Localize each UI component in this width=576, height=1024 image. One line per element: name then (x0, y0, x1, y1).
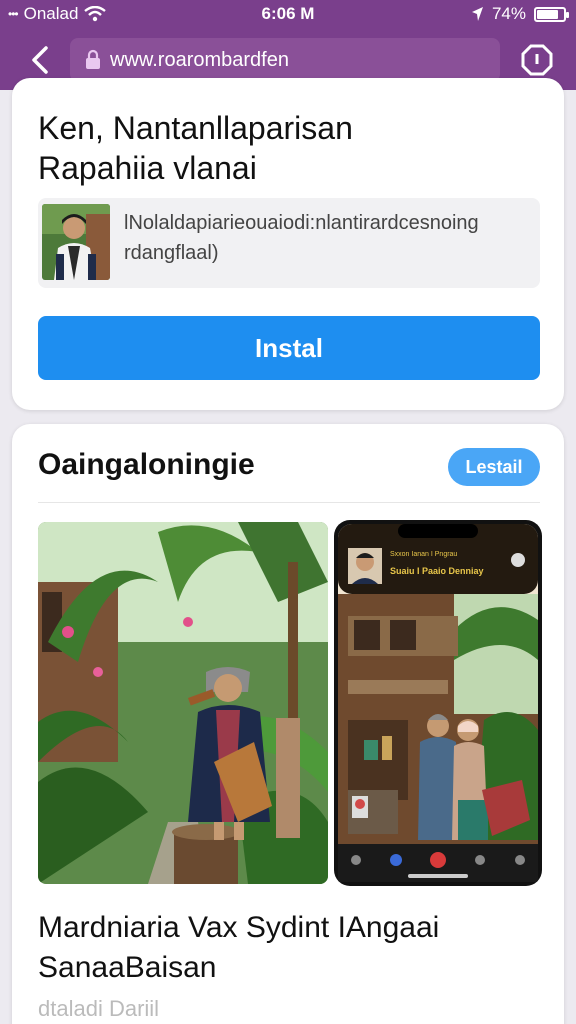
battery-icon (534, 6, 569, 22)
lock-icon (86, 49, 100, 69)
battery-fill (537, 9, 558, 19)
divider (38, 502, 540, 503)
preview-heading: Mardniaria Vax Sydint IAngaai SanaaBaisa… (38, 908, 548, 988)
back-button[interactable] (20, 38, 64, 82)
address-bar[interactable]: www.roarombardfen (70, 38, 500, 82)
app-description-line-2: rdangflaal) (124, 242, 219, 264)
status-right: 74% (470, 4, 569, 24)
app-title: Ken, Nantanllaparisan Rapahiia vlanai (38, 108, 538, 188)
app-description-line-1: lNolaldapiarieouaiodi:nlantirardcesnoing (124, 212, 479, 234)
app-description: lNolaldapiarieouaiodi:nlantirardcesnoing… (124, 208, 524, 268)
browser-menu-button[interactable] (516, 39, 558, 81)
preview-title: Oaingaloningie (38, 448, 255, 481)
preview-heading-line-2: SanaaBaisan (38, 951, 217, 984)
preview-heading-line-1: Mardniaria Vax Sydint IAngaai (38, 911, 440, 944)
chevron-left-icon (32, 46, 48, 74)
install-pill-button[interactable]: Lestail (448, 448, 540, 486)
location-arrow-icon (471, 7, 483, 21)
install-button[interactable]: Instal (38, 316, 540, 380)
url-text: www.roarombardfen (110, 48, 289, 71)
app-title-line-1: Ken, Nantanllaparisan (38, 110, 353, 146)
status-bar: ••• Onalad 6:06 M 74% (0, 0, 576, 30)
garden-photo[interactable] (38, 522, 328, 884)
phone-banner-line-1: Sxxon Ianan I Pngrau (390, 551, 457, 558)
app-info-box: lNolaldapiarieouaiodi:nlantirardcesnoing… (38, 198, 540, 288)
phone-banner-line-2: Suaiu I Paaio Denniay (390, 566, 484, 576)
app-icon-thumbnail (42, 204, 110, 280)
phone-screenshot[interactable]: Sxxon Ianan I Pngrau Suaiu I Paaio Denni… (334, 520, 542, 886)
octagon-menu-icon (521, 44, 553, 76)
preview-card: Oaingaloningie Lestail Sxxon Ianan I Png… (12, 424, 564, 1024)
battery-percent: 74% (491, 4, 526, 23)
preview-subtext: dtaladi Dariil (38, 996, 160, 1021)
app-title-line-2: Rapahiia vlanai (38, 150, 257, 186)
app-card: Ken, Nantanllaparisan Rapahiia vlanai lN… (12, 78, 564, 410)
